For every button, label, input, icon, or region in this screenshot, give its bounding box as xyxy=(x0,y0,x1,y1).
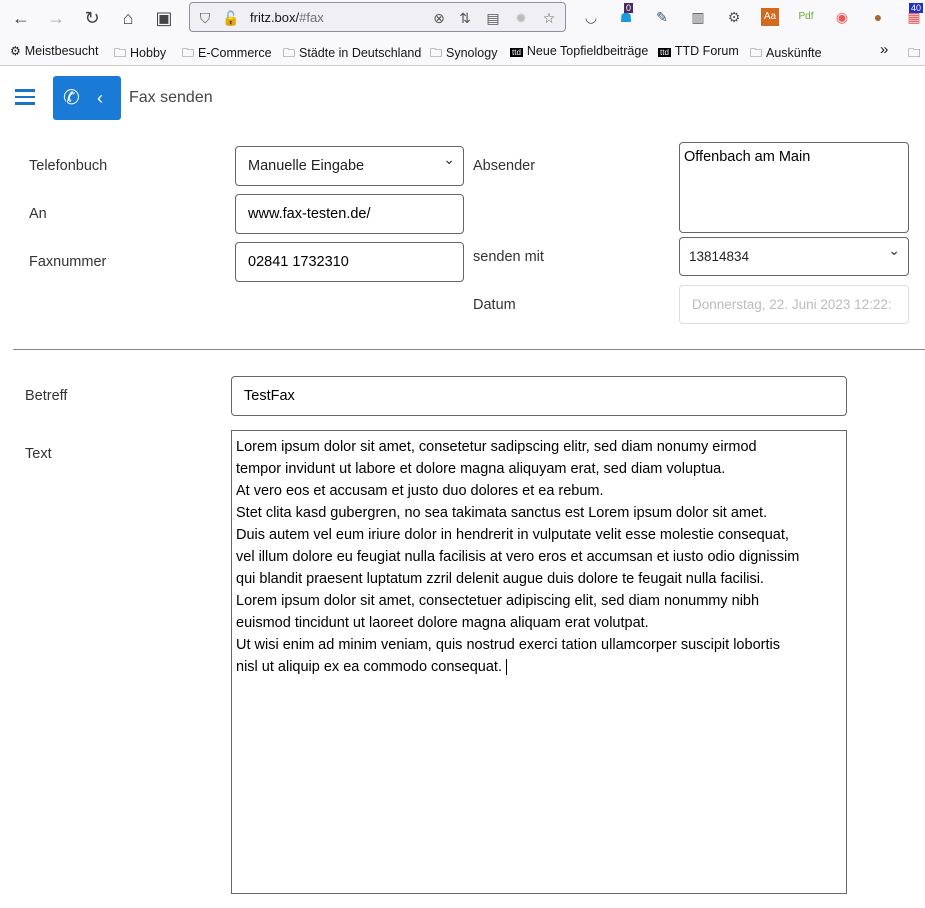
text-line: Lorem ipsum dolor sit amet, consectetuer… xyxy=(236,593,760,609)
bookmark-label: Auskünfte xyxy=(766,46,822,60)
other-bookmarks-folder-icon[interactable]: 🗀 xyxy=(908,44,921,65)
to-label: An xyxy=(29,206,47,222)
faxnumber-label: Faxnummer xyxy=(29,254,107,270)
bookmark-label: Neue Topfieldbeiträge xyxy=(526,44,649,58)
sender-textarea[interactable]: Offenbach am Main xyxy=(679,142,909,233)
date-label: Datum xyxy=(473,297,516,313)
print-icon[interactable]: ▣ xyxy=(152,6,176,30)
bookmark-label: Hobby xyxy=(130,46,167,60)
home-icon[interactable]: ⌂ xyxy=(116,6,140,30)
bookmark-star-icon[interactable]: ☆ xyxy=(540,9,558,27)
bookmark-topfield[interactable]: ttd Neue Topfieldbeiträge xyxy=(510,44,648,58)
sender-value: Offenbach am Main xyxy=(684,149,811,165)
browser-toolbar: ← → ↻ ⌂ ▣ ⛉ 🔓 fritz.box/#fax ⊗ ⇅ ▤ ✹ ☆ ◡… xyxy=(0,0,925,36)
text-line: Lorem ipsum dolor sit amet, consetetur s… xyxy=(236,439,757,455)
forward-icon[interactable]: → xyxy=(44,6,68,30)
bookmark-meistbesucht[interactable]: ⚙ Meistbesucht xyxy=(10,44,98,58)
folder-icon: 🗀 xyxy=(283,46,296,60)
bookmark-ttd-forum[interactable]: ttd TTD Forum xyxy=(658,44,739,58)
phonebook-label: Telefonbuch xyxy=(29,158,108,174)
bookmark-label: TTD Forum xyxy=(674,44,739,58)
url-bar[interactable]: ⛉ 🔓 fritz.box/#fax ⊗ ⇅ ▤ ✹ ☆ xyxy=(189,2,566,32)
text-line: vel illum dolore eu feugiat nulla facili… xyxy=(236,549,800,565)
url-text[interactable]: fritz.box/#fax xyxy=(250,10,324,25)
send-with-select[interactable]: 13814834 xyxy=(679,237,909,276)
text-line: qui blandit praesent luptatum zzril dele… xyxy=(236,571,764,587)
send-with-label: senden mit xyxy=(473,249,544,265)
extension-badge: 40 xyxy=(909,3,924,13)
text-line: euismod tincidunt ut laoreet dolore magn… xyxy=(236,615,649,631)
chevron-left-icon: ‹ xyxy=(97,88,103,108)
phone-icon: ✆ xyxy=(63,87,80,109)
ttd-logo-icon: ttd xyxy=(510,48,523,57)
folder-icon: 🗀 xyxy=(430,46,443,60)
bookmark-ecommerce[interactable]: 🗀 E-Commerce xyxy=(182,44,272,65)
subject-input[interactable]: TestFax xyxy=(231,376,847,416)
text-textarea[interactable]: Lorem ipsum dolor sit amet, consetetur s… xyxy=(231,430,847,894)
gear-icon[interactable]: ⚙ xyxy=(725,8,743,26)
sidebar-icon[interactable]: ▥ xyxy=(689,8,707,26)
url-path: #fax xyxy=(299,10,324,25)
send-with-value: 13814834 xyxy=(689,249,750,264)
reload-icon[interactable]: ↻ xyxy=(80,6,104,30)
bookmark-label: E-Commerce xyxy=(198,46,272,60)
settings-icon[interactable]: ✹ xyxy=(512,9,530,27)
folder-icon: 🗀 xyxy=(114,46,127,60)
subject-label: Betreff xyxy=(25,388,68,404)
sender-label: Absender xyxy=(473,158,536,174)
ghost-badge: 0 xyxy=(624,3,634,13)
bookmarks-bar: ⚙ Meistbesucht 🗀 Hobby 🗀 E-Commerce 🗀 Städte… xyxy=(0,36,925,66)
date-placeholder: Donnerstag, 22. Juni 2023 12:22: xyxy=(692,297,892,312)
faxnumber-value: 02841 1732310 xyxy=(248,254,349,270)
text-line: nisl ut aliquip ex ea commodo consequat. xyxy=(236,656,842,678)
gear-icon: ⚙ xyxy=(10,44,21,58)
shield-icon[interactable]: ⛉ xyxy=(196,9,214,27)
bookmark-hobby[interactable]: 🗀 Hobby xyxy=(114,44,166,65)
bookmark-label: Synology xyxy=(446,46,498,60)
text-cursor xyxy=(506,659,507,676)
text-line: Stet clita kasd gubergren, no sea takima… xyxy=(236,505,768,521)
network-icon[interactable]: ▤ xyxy=(484,9,502,27)
ttd-logo-icon: ttd xyxy=(658,48,671,57)
text-line: At vero eos et accusam et justo duo dolo… xyxy=(236,483,604,499)
eyedropper-icon[interactable]: ✎ xyxy=(653,8,671,26)
insecure-lock-icon[interactable]: 🔓 xyxy=(222,9,240,27)
phonebook-select[interactable]: Manuelle Eingabe xyxy=(235,146,464,186)
text-line: Ut wisi enim ad minim veniam, quis nostr… xyxy=(236,637,780,653)
dictionary-icon[interactable]: Aa xyxy=(761,8,779,26)
cookie-icon[interactable]: ● xyxy=(869,8,887,26)
faxnumber-input[interactable]: 02841 1732310 xyxy=(235,242,464,282)
more-bookmarks-icon[interactable]: » xyxy=(880,41,888,58)
bookmark-auskuenfte[interactable]: 🗀 Auskünfte xyxy=(750,44,822,65)
phonebook-value: Manuelle Eingabe xyxy=(248,158,365,174)
hamburger-menu-icon[interactable] xyxy=(15,89,35,105)
back-to-phone-button[interactable]: ✆ ‹ xyxy=(53,76,121,120)
url-host: fritz.box/ xyxy=(250,10,300,25)
pdf-icon[interactable]: Pdf xyxy=(797,8,815,26)
to-input[interactable]: www.fax-testen.de/ xyxy=(235,194,464,234)
bookmark-staedte[interactable]: 🗀 Städte in Deutschland xyxy=(283,44,421,65)
text-line: Duis autem vel eum iriure dolor in hendr… xyxy=(236,527,789,543)
to-value: www.fax-testen.de/ xyxy=(248,206,371,222)
folder-icon: 🗀 xyxy=(182,46,195,60)
duckduckgo-icon[interactable]: ◉ xyxy=(833,8,851,26)
page-title: Fax senden xyxy=(129,89,213,106)
bookmark-synology[interactable]: 🗀 Synology xyxy=(430,44,497,65)
divider xyxy=(13,349,925,350)
folder-icon: 🗀 xyxy=(750,46,763,60)
date-input[interactable]: Donnerstag, 22. Juni 2023 12:22: xyxy=(679,285,909,324)
text-line: tempor invidunt ut labore et dolore magn… xyxy=(236,461,726,477)
bookmark-label: Meistbesucht xyxy=(24,44,99,58)
text-label: Text xyxy=(25,446,52,462)
back-icon[interactable]: ← xyxy=(9,6,33,30)
translate-icon[interactable]: ⇅ xyxy=(456,9,474,27)
pocket-icon[interactable]: ◡ xyxy=(582,8,600,26)
blocker-icon[interactable]: ⊗ xyxy=(430,9,448,27)
subject-value: TestFax xyxy=(244,388,295,404)
bookmark-label: Städte in Deutschland xyxy=(299,46,422,60)
